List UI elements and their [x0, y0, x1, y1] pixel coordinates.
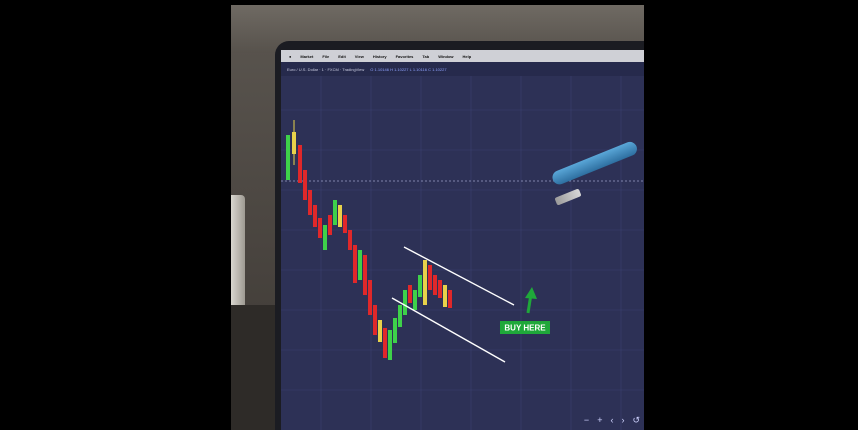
candle: [408, 285, 412, 303]
candle: [383, 328, 387, 358]
zoom-in-icon[interactable]: +: [597, 415, 602, 426]
candle: [438, 280, 442, 298]
chart-nav-controls: − + ‹ › ↺: [584, 415, 640, 426]
candle: [286, 135, 290, 180]
arrow-left-icon[interactable]: ‹: [610, 415, 613, 426]
candle: [303, 170, 307, 200]
candle: [393, 318, 397, 343]
candle: [413, 290, 417, 310]
candle: [423, 260, 427, 305]
reset-icon[interactable]: ↺: [632, 415, 640, 426]
candle: [443, 285, 447, 307]
candle: [328, 215, 332, 235]
arrow-right-icon[interactable]: ›: [621, 415, 624, 426]
chart-grid: [281, 76, 644, 430]
zoom-out-icon[interactable]: −: [584, 415, 589, 426]
laptop-screen: ● Market File Edit View History Favorite…: [281, 50, 644, 430]
photo: ● Market File Edit View History Favorite…: [231, 5, 644, 430]
candle: [313, 205, 317, 227]
candles: [286, 120, 452, 360]
candle: [388, 330, 392, 360]
candle: [373, 305, 377, 335]
candle: [403, 290, 407, 315]
candle: [358, 250, 362, 280]
candle: [398, 305, 402, 327]
candle: [338, 205, 342, 227]
candle: [428, 265, 432, 290]
candle: [343, 215, 347, 233]
candle: [333, 200, 337, 225]
candle: [292, 132, 296, 154]
up-arrow-icon: [525, 287, 537, 314]
candle: [323, 225, 327, 250]
buy-here-label: BUY HERE: [504, 324, 546, 333]
candle: [348, 230, 352, 250]
candle: [448, 290, 452, 308]
candle: [363, 255, 367, 295]
candle: [298, 145, 302, 183]
shelf: [231, 305, 281, 430]
candle: [308, 190, 312, 215]
candle: [433, 275, 437, 295]
candle: [353, 245, 357, 283]
candle: [368, 280, 372, 315]
price-chart[interactable]: BUY HERE: [281, 50, 644, 430]
candle: [378, 320, 382, 342]
candle: [418, 275, 422, 297]
candle: [318, 218, 322, 238]
